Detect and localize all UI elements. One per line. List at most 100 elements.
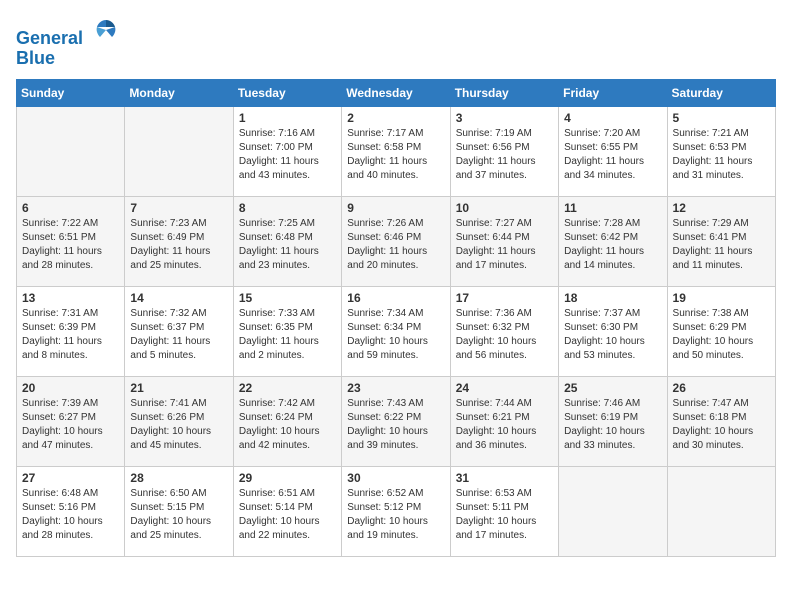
- logo: General Blue: [16, 16, 120, 69]
- day-number: 1: [239, 111, 336, 125]
- logo-icon: [92, 16, 120, 44]
- day-info: Sunrise: 7:32 AM Sunset: 6:37 PM Dayligh…: [130, 307, 227, 363]
- day-number: 5: [673, 111, 770, 125]
- weekday-header-cell: Tuesday: [233, 79, 341, 106]
- day-number: 23: [347, 381, 444, 395]
- calendar-day-cell: 23 Sunrise: 7:43 AM Sunset: 6:22 PM Dayli…: [342, 376, 450, 466]
- calendar-day-cell: 14 Sunrise: 7:32 AM Sunset: 6:37 PM Dayli…: [125, 286, 233, 376]
- calendar-day-cell: 7Sunrise: 7:23 AM Sunset: 6:49 PM Daylig…: [125, 196, 233, 286]
- day-info: Sunrise: 7:25 AM Sunset: 6:48 PM Dayligh…: [239, 217, 336, 273]
- day-info: Sunrise: 7:19 AM Sunset: 6:56 PM Dayligh…: [456, 127, 553, 183]
- day-number: 4: [564, 111, 661, 125]
- calendar-week-row: 1 Sunrise: 7:16 AM Sunset: 7:00 PM Daylig…: [17, 106, 776, 196]
- day-number: 11: [564, 201, 661, 215]
- calendar-day-cell: 19 Sunrise: 7:38 AM Sunset: 6:29 PM Dayli…: [667, 286, 775, 376]
- calendar-week-row: 20Sunrise: 7:39 AM Sunset: 6:27 PM Dayli…: [17, 376, 776, 466]
- calendar-day-cell: 20Sunrise: 7:39 AM Sunset: 6:27 PM Dayli…: [17, 376, 125, 466]
- day-info: Sunrise: 7:34 AM Sunset: 6:34 PM Dayligh…: [347, 307, 444, 363]
- day-info: Sunrise: 7:28 AM Sunset: 6:42 PM Dayligh…: [564, 217, 661, 273]
- day-number: 13: [22, 291, 119, 305]
- calendar-day-cell: 18 Sunrise: 7:37 AM Sunset: 6:30 PM Dayli…: [559, 286, 667, 376]
- calendar-day-cell: [125, 106, 233, 196]
- calendar-week-row: 13 Sunrise: 7:31 AM Sunset: 6:39 PM Dayli…: [17, 286, 776, 376]
- calendar-day-cell: 1 Sunrise: 7:16 AM Sunset: 7:00 PM Daylig…: [233, 106, 341, 196]
- day-number: 14: [130, 291, 227, 305]
- calendar-day-cell: 8 Sunrise: 7:25 AM Sunset: 6:48 PM Daylig…: [233, 196, 341, 286]
- day-info: Sunrise: 7:44 AM Sunset: 6:21 PM Dayligh…: [456, 397, 553, 453]
- day-info: Sunrise: 7:46 AM Sunset: 6:19 PM Dayligh…: [564, 397, 661, 453]
- calendar-day-cell: 11 Sunrise: 7:28 AM Sunset: 6:42 PM Dayli…: [559, 196, 667, 286]
- day-info: Sunrise: 6:52 AM Sunset: 5:12 PM Dayligh…: [347, 487, 444, 543]
- calendar-day-cell: 10Sunrise: 7:27 AM Sunset: 6:44 PM Dayli…: [450, 196, 558, 286]
- day-number: 12: [673, 201, 770, 215]
- calendar-day-cell: 4Sunrise: 7:20 AM Sunset: 6:55 PM Daylig…: [559, 106, 667, 196]
- day-info: Sunrise: 7:16 AM Sunset: 7:00 PM Dayligh…: [239, 127, 336, 183]
- calendar-day-cell: 28Sunrise: 6:50 AM Sunset: 5:15 PM Dayli…: [125, 466, 233, 556]
- day-number: 8: [239, 201, 336, 215]
- calendar-table: SundayMondayTuesdayWednesdayThursdayFrid…: [16, 79, 776, 557]
- day-info: Sunrise: 7:38 AM Sunset: 6:29 PM Dayligh…: [673, 307, 770, 363]
- day-number: 2: [347, 111, 444, 125]
- day-info: Sunrise: 7:33 AM Sunset: 6:35 PM Dayligh…: [239, 307, 336, 363]
- day-info: Sunrise: 7:41 AM Sunset: 6:26 PM Dayligh…: [130, 397, 227, 453]
- day-number: 6: [22, 201, 119, 215]
- day-info: Sunrise: 7:37 AM Sunset: 6:30 PM Dayligh…: [564, 307, 661, 363]
- calendar-day-cell: 17 Sunrise: 7:36 AM Sunset: 6:32 PM Dayli…: [450, 286, 558, 376]
- calendar-day-cell: 30Sunrise: 6:52 AM Sunset: 5:12 PM Dayli…: [342, 466, 450, 556]
- day-number: 19: [673, 291, 770, 305]
- day-info: Sunrise: 7:21 AM Sunset: 6:53 PM Dayligh…: [673, 127, 770, 183]
- day-info: Sunrise: 7:31 AM Sunset: 6:39 PM Dayligh…: [22, 307, 119, 363]
- day-number: 31: [456, 471, 553, 485]
- day-info: Sunrise: 7:47 AM Sunset: 6:18 PM Dayligh…: [673, 397, 770, 453]
- day-number: 15: [239, 291, 336, 305]
- day-number: 22: [239, 381, 336, 395]
- calendar-day-cell: 12Sunrise: 7:29 AM Sunset: 6:41 PM Dayli…: [667, 196, 775, 286]
- day-info: Sunrise: 7:17 AM Sunset: 6:58 PM Dayligh…: [347, 127, 444, 183]
- calendar-day-cell: 16 Sunrise: 7:34 AM Sunset: 6:34 PM Dayli…: [342, 286, 450, 376]
- calendar-week-row: 27Sunrise: 6:48 AM Sunset: 5:16 PM Dayli…: [17, 466, 776, 556]
- calendar-day-cell: 13 Sunrise: 7:31 AM Sunset: 6:39 PM Dayli…: [17, 286, 125, 376]
- day-info: Sunrise: 6:51 AM Sunset: 5:14 PM Dayligh…: [239, 487, 336, 543]
- day-number: 28: [130, 471, 227, 485]
- calendar-week-row: 6 Sunrise: 7:22 AM Sunset: 6:51 PM Daylig…: [17, 196, 776, 286]
- calendar-day-cell: 6 Sunrise: 7:22 AM Sunset: 6:51 PM Daylig…: [17, 196, 125, 286]
- weekday-header-cell: Wednesday: [342, 79, 450, 106]
- day-info: Sunrise: 7:36 AM Sunset: 6:32 PM Dayligh…: [456, 307, 553, 363]
- calendar-day-cell: 2 Sunrise: 7:17 AM Sunset: 6:58 PM Daylig…: [342, 106, 450, 196]
- day-info: Sunrise: 7:26 AM Sunset: 6:46 PM Dayligh…: [347, 217, 444, 273]
- day-number: 26: [673, 381, 770, 395]
- day-info: Sunrise: 7:42 AM Sunset: 6:24 PM Dayligh…: [239, 397, 336, 453]
- day-info: Sunrise: 7:22 AM Sunset: 6:51 PM Dayligh…: [22, 217, 119, 273]
- calendar-day-cell: 29 Sunrise: 6:51 AM Sunset: 5:14 PM Dayli…: [233, 466, 341, 556]
- calendar-day-cell: [559, 466, 667, 556]
- calendar-day-cell: [667, 466, 775, 556]
- day-number: 18: [564, 291, 661, 305]
- day-info: Sunrise: 7:43 AM Sunset: 6:22 PM Dayligh…: [347, 397, 444, 453]
- day-number: 16: [347, 291, 444, 305]
- calendar-day-cell: 5 Sunrise: 7:21 AM Sunset: 6:53 PM Daylig…: [667, 106, 775, 196]
- weekday-header-row: SundayMondayTuesdayWednesdayThursdayFrid…: [17, 79, 776, 106]
- day-info: Sunrise: 7:27 AM Sunset: 6:44 PM Dayligh…: [456, 217, 553, 273]
- day-info: Sunrise: 6:53 AM Sunset: 5:11 PM Dayligh…: [456, 487, 553, 543]
- weekday-header-cell: Thursday: [450, 79, 558, 106]
- day-number: 24: [456, 381, 553, 395]
- calendar-day-cell: 21 Sunrise: 7:41 AM Sunset: 6:26 PM Dayli…: [125, 376, 233, 466]
- calendar-body: 1 Sunrise: 7:16 AM Sunset: 7:00 PM Daylig…: [17, 106, 776, 556]
- calendar-day-cell: 25Sunrise: 7:46 AM Sunset: 6:19 PM Dayli…: [559, 376, 667, 466]
- calendar-day-cell: 24 Sunrise: 7:44 AM Sunset: 6:21 PM Dayli…: [450, 376, 558, 466]
- day-info: Sunrise: 7:39 AM Sunset: 6:27 PM Dayligh…: [22, 397, 119, 453]
- logo-text: General Blue: [16, 16, 120, 69]
- day-number: 21: [130, 381, 227, 395]
- calendar-day-cell: 31 Sunrise: 6:53 AM Sunset: 5:11 PM Dayli…: [450, 466, 558, 556]
- weekday-header-cell: Saturday: [667, 79, 775, 106]
- day-number: 17: [456, 291, 553, 305]
- day-number: 29: [239, 471, 336, 485]
- calendar-day-cell: 9Sunrise: 7:26 AM Sunset: 6:46 PM Daylig…: [342, 196, 450, 286]
- calendar-day-cell: 22 Sunrise: 7:42 AM Sunset: 6:24 PM Dayli…: [233, 376, 341, 466]
- day-number: 3: [456, 111, 553, 125]
- weekday-header-cell: Friday: [559, 79, 667, 106]
- calendar-day-cell: 3 Sunrise: 7:19 AM Sunset: 6:56 PM Daylig…: [450, 106, 558, 196]
- day-info: Sunrise: 7:23 AM Sunset: 6:49 PM Dayligh…: [130, 217, 227, 273]
- day-number: 27: [22, 471, 119, 485]
- calendar-day-cell: [17, 106, 125, 196]
